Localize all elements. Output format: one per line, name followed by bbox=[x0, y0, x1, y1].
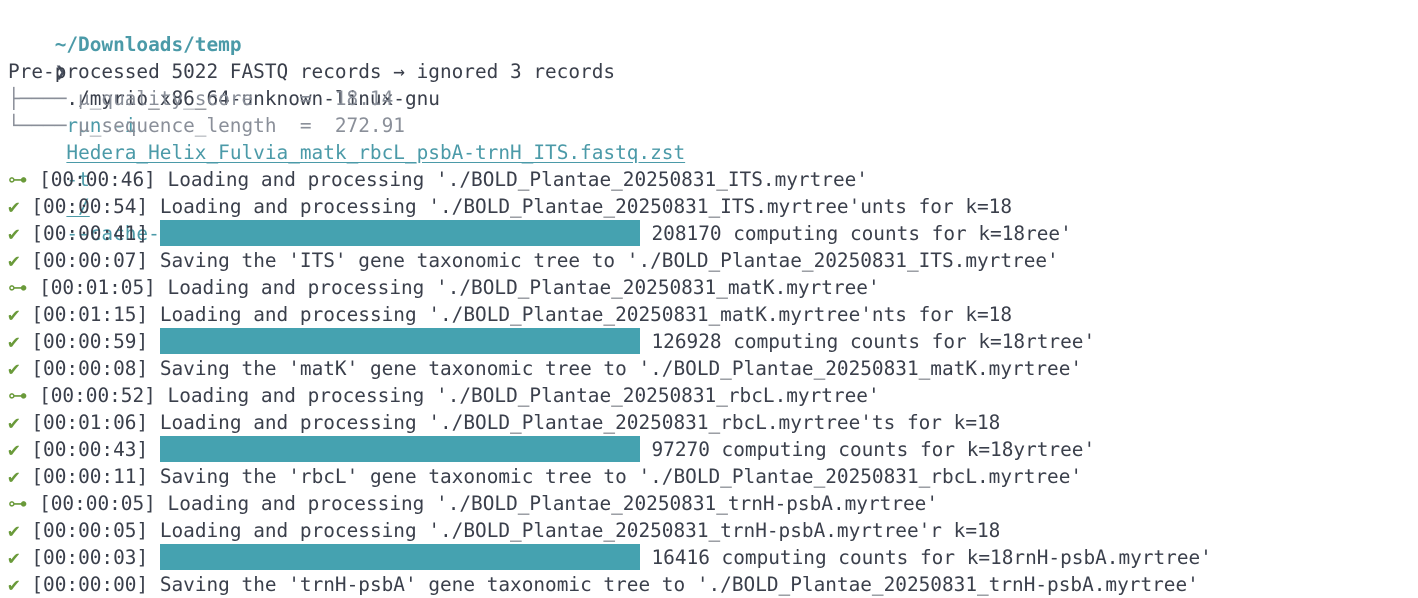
timestamp: [00:00:41] bbox=[31, 222, 149, 245]
stat-line: ├──── μ_quality_score = 18.14 bbox=[8, 85, 1418, 112]
log-row: ⊶ [00:00:46] Loading and processing './B… bbox=[8, 166, 1418, 193]
sequence-length-stat: μ_sequence_length = 272.91 bbox=[78, 114, 405, 137]
log-message: Saving the 'ITS' gene taxonomic tree to … bbox=[159, 249, 1059, 272]
timestamp: [00:00:52] bbox=[39, 384, 156, 407]
check-icon: ✔ bbox=[8, 357, 20, 380]
progress-label: 16416 computing counts for k=18rnH-psbA.… bbox=[651, 546, 1212, 569]
progress-label: 97270 computing counts for k=18yrtree' bbox=[651, 438, 1096, 461]
log-rows: ⊶ [00:00:46] Loading and processing './B… bbox=[8, 166, 1418, 598]
check-icon: ✔ bbox=[8, 519, 20, 542]
progress-label: 126928 computing counts for k=18rtree' bbox=[651, 330, 1096, 353]
key-icon: ⊶ bbox=[8, 492, 28, 515]
check-icon: ✔ bbox=[8, 303, 20, 326]
timestamp: [00:00:11] bbox=[31, 465, 149, 488]
terminal-window[interactable]: ~/Downloads/temp ❯ ./myrio_x86_64-unknow… bbox=[0, 0, 1418, 598]
check-icon: ✔ bbox=[8, 465, 20, 488]
log-row: ✔ [00:00:08] Saving the 'matK' gene taxo… bbox=[8, 355, 1418, 382]
log-row: ✔ [00:00:05] Loading and processing './B… bbox=[8, 517, 1418, 544]
log-message: Saving the 'rbcL' gene taxonomic tree to… bbox=[159, 465, 1083, 488]
log-row: ✔ [00:01:15] Loading and processing './B… bbox=[8, 301, 1418, 328]
quality-score-stat: μ_quality_score = 18.14 bbox=[78, 87, 394, 110]
log-row: ⊶ [00:01:05] Loading and processing './B… bbox=[8, 274, 1418, 301]
timestamp: [00:00:46] bbox=[39, 168, 156, 191]
check-icon: ✔ bbox=[8, 573, 20, 596]
check-icon: ✔ bbox=[8, 546, 20, 569]
timestamp: [00:01:15] bbox=[31, 303, 149, 326]
progress-row: ✔ [00:00:03] 16416 computing counts for … bbox=[8, 544, 1418, 571]
key-icon: ⊶ bbox=[8, 276, 28, 299]
log-message: Saving the 'matK' gene taxonomic tree to… bbox=[159, 357, 1083, 380]
timestamp: [00:00:08] bbox=[31, 357, 149, 380]
log-row: ✔ [00:00:11] Saving the 'rbcL' gene taxo… bbox=[8, 463, 1418, 490]
check-icon: ✔ bbox=[8, 195, 20, 218]
progress-row: ✔ [00:00:41] 208170 computing counts for… bbox=[8, 220, 1418, 247]
log-message: Loading and processing './BOLD_Plantae_2… bbox=[167, 168, 868, 191]
summary-line: Pre-processed 5022 FASTQ records → ignor… bbox=[8, 60, 616, 83]
check-icon: ✔ bbox=[8, 438, 20, 461]
key-icon: ⊶ bbox=[8, 384, 28, 407]
timestamp: [00:01:06] bbox=[31, 411, 149, 434]
log-message: Loading and processing './BOLD_Plantae_2… bbox=[159, 195, 1013, 218]
log-row: ✔ [00:00:54] Loading and processing './B… bbox=[8, 193, 1418, 220]
log-message: Loading and processing './BOLD_Plantae_2… bbox=[159, 303, 1013, 326]
log-row: ✔ [00:00:07] Saving the 'ITS' gene taxon… bbox=[8, 247, 1418, 274]
timestamp: [00:00:07] bbox=[31, 249, 149, 272]
timestamp: [00:00:59] bbox=[31, 330, 149, 353]
log-message: Loading and processing './BOLD_Plantae_2… bbox=[167, 384, 880, 407]
tree-branch: └──── bbox=[8, 114, 79, 137]
check-icon: ✔ bbox=[8, 411, 20, 434]
command-line[interactable]: ❯ ./myrio_x86_64-unknown-linux-gnu run -… bbox=[8, 31, 1418, 245]
check-icon: ✔ bbox=[8, 249, 20, 272]
log-message: Loading and processing './BOLD_Plantae_2… bbox=[159, 519, 1001, 542]
log-message: Loading and processing './BOLD_Plantae_2… bbox=[159, 411, 1001, 434]
timestamp: [00:00:00] bbox=[31, 573, 149, 596]
progress-label: 208170 computing counts for k=18ree' bbox=[651, 222, 1072, 245]
timestamp: [00:00:05] bbox=[39, 492, 156, 515]
tree-branch: ├──── bbox=[8, 87, 79, 110]
cwd-line: ~/Downloads/temp bbox=[8, 4, 1418, 56]
check-icon: ✔ bbox=[8, 222, 20, 245]
log-row: ✔ [00:00:00] Saving the 'trnH-psbA' gene… bbox=[8, 571, 1418, 598]
timestamp: [00:01:05] bbox=[39, 276, 156, 299]
key-icon: ⊶ bbox=[8, 168, 28, 191]
log-message: Loading and processing './BOLD_Plantae_2… bbox=[167, 492, 939, 515]
log-message: Saving the 'trnH-psbA' gene taxonomic tr… bbox=[159, 573, 1199, 596]
timestamp: [00:00:05] bbox=[31, 519, 149, 542]
log-row: ✔ [00:01:06] Loading and processing './B… bbox=[8, 409, 1418, 436]
log-row: ⊶ [00:00:52] Loading and processing './B… bbox=[8, 382, 1418, 409]
progress-row: ✔ [00:00:59] 126928 computing counts for… bbox=[8, 328, 1418, 355]
timestamp: [00:00:03] bbox=[31, 546, 149, 569]
log-row: ⊶ [00:00:05] Loading and processing './B… bbox=[8, 490, 1418, 517]
log-message: Loading and processing './BOLD_Plantae_2… bbox=[167, 276, 880, 299]
timestamp: [00:00:43] bbox=[31, 438, 149, 461]
progress-bar bbox=[159, 220, 640, 246]
timestamp: [00:00:54] bbox=[31, 195, 149, 218]
progress-bar bbox=[159, 436, 640, 462]
check-icon: ✔ bbox=[8, 330, 20, 353]
progress-bar bbox=[159, 544, 640, 570]
stat-line: └──── μ_sequence_length = 272.91 bbox=[8, 112, 1418, 139]
progress-row: ✔ [00:00:43] 97270 computing counts for … bbox=[8, 436, 1418, 463]
progress-bar bbox=[159, 328, 640, 354]
